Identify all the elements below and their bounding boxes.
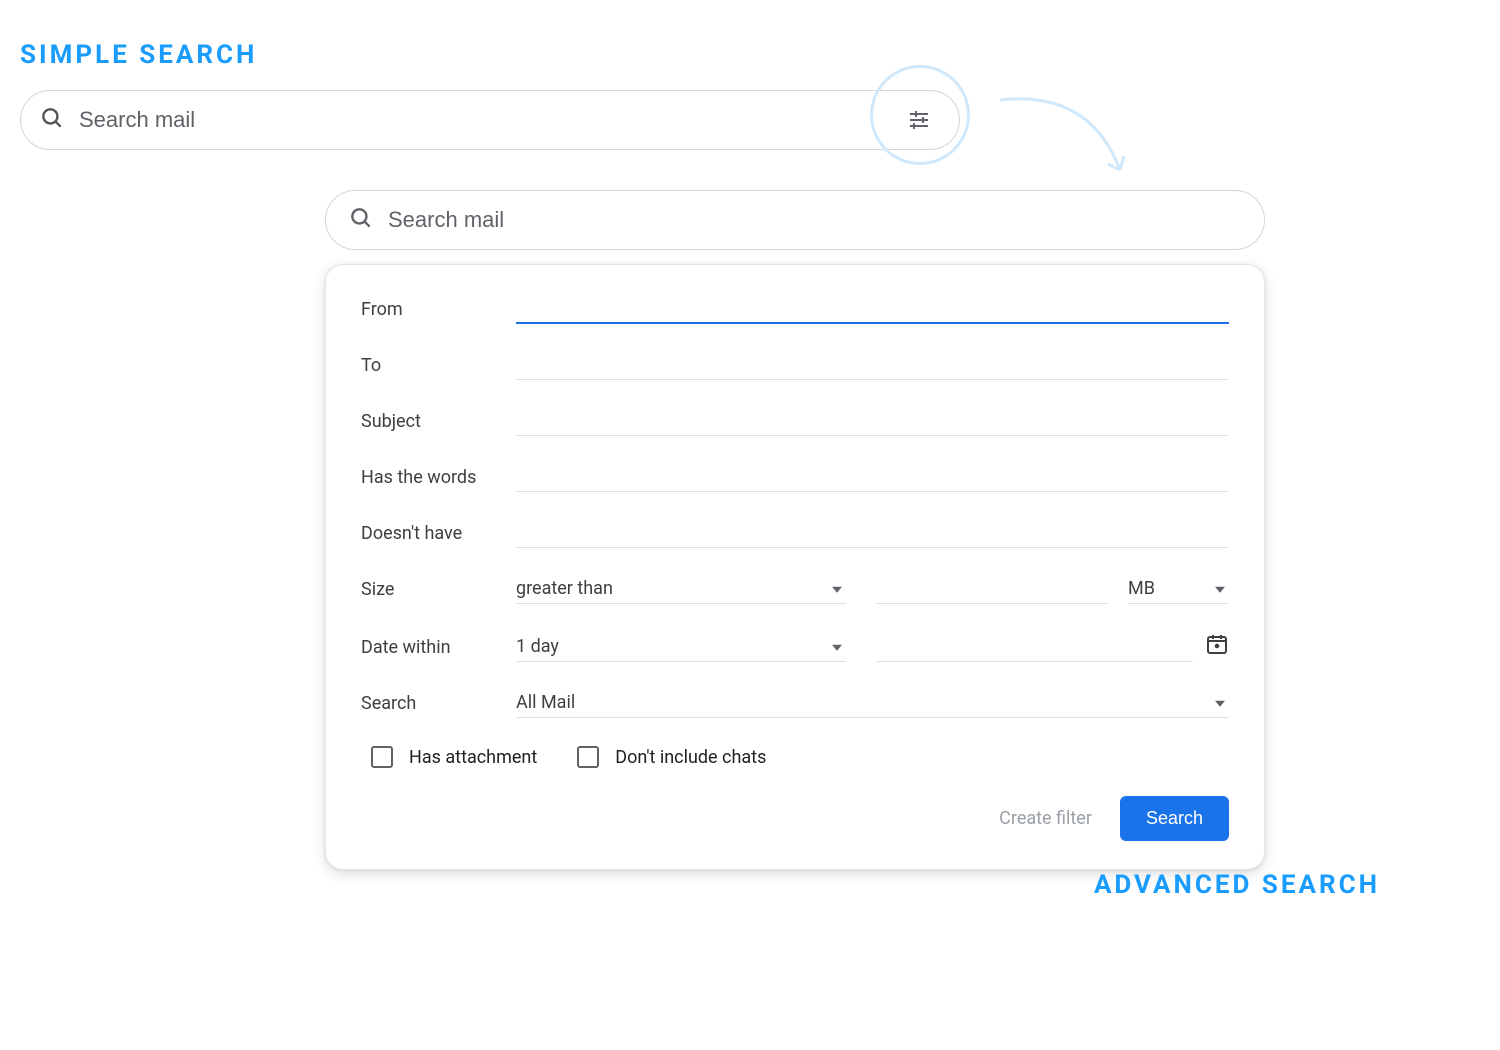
tune-icon[interactable] (899, 100, 939, 140)
search-icon (348, 205, 374, 235)
size-operator-value: greater than (516, 578, 613, 599)
exclude-chats-checkbox[interactable]: Don't include chats (577, 746, 766, 768)
size-value-field[interactable] (876, 576, 1108, 604)
subject-field[interactable] (516, 408, 1229, 436)
size-unit-select[interactable]: MB (1128, 576, 1229, 604)
has-words-field[interactable] (516, 464, 1229, 492)
search-icon (39, 105, 65, 135)
has-attachment-label: Has attachment (409, 747, 537, 768)
advanced-search-bar (325, 190, 1265, 250)
checkbox-icon (371, 746, 393, 768)
label-search-scope: Search (361, 693, 516, 718)
label-from: From (361, 299, 516, 324)
arrow-annotation (990, 80, 1150, 200)
label-size: Size (361, 579, 516, 604)
date-range-select[interactable]: 1 day (516, 634, 846, 662)
exclude-chats-label: Don't include chats (615, 747, 766, 768)
label-doesnt-have: Doesn't have (361, 523, 516, 548)
size-operator-select[interactable]: greater than (516, 576, 846, 604)
search-button[interactable]: Search (1120, 796, 1229, 841)
calendar-icon[interactable] (1205, 632, 1229, 662)
create-filter-button[interactable]: Create filter (999, 808, 1092, 829)
has-attachment-checkbox[interactable]: Has attachment (371, 746, 537, 768)
chevron-down-icon (1215, 700, 1225, 706)
search-scope-value: All Mail (516, 692, 575, 713)
simple-search-bar (20, 90, 960, 150)
to-field[interactable] (516, 352, 1229, 380)
doesnt-have-field[interactable] (516, 520, 1229, 548)
advanced-search-panel: From To Subject Has the words Doesn't ha… (325, 264, 1265, 870)
heading-simple-search: SIMPLE SEARCH (20, 40, 1380, 70)
chevron-down-icon (832, 586, 842, 592)
chevron-down-icon (832, 644, 842, 650)
date-field[interactable] (876, 634, 1193, 662)
simple-search-input[interactable] (79, 107, 899, 133)
date-range-value: 1 day (516, 636, 559, 657)
label-date-within: Date within (361, 637, 516, 662)
chevron-down-icon (1215, 586, 1225, 592)
heading-advanced-search: ADVANCED SEARCH (1094, 870, 1380, 900)
label-to: To (361, 355, 516, 380)
from-field[interactable] (516, 295, 1229, 324)
label-subject: Subject (361, 411, 516, 436)
advanced-search-container: From To Subject Has the words Doesn't ha… (325, 190, 1265, 870)
checkbox-icon (577, 746, 599, 768)
advanced-search-input[interactable] (388, 207, 1244, 233)
search-scope-select[interactable]: All Mail (516, 690, 1229, 718)
size-unit-value: MB (1128, 578, 1155, 599)
label-has-words: Has the words (361, 467, 516, 492)
